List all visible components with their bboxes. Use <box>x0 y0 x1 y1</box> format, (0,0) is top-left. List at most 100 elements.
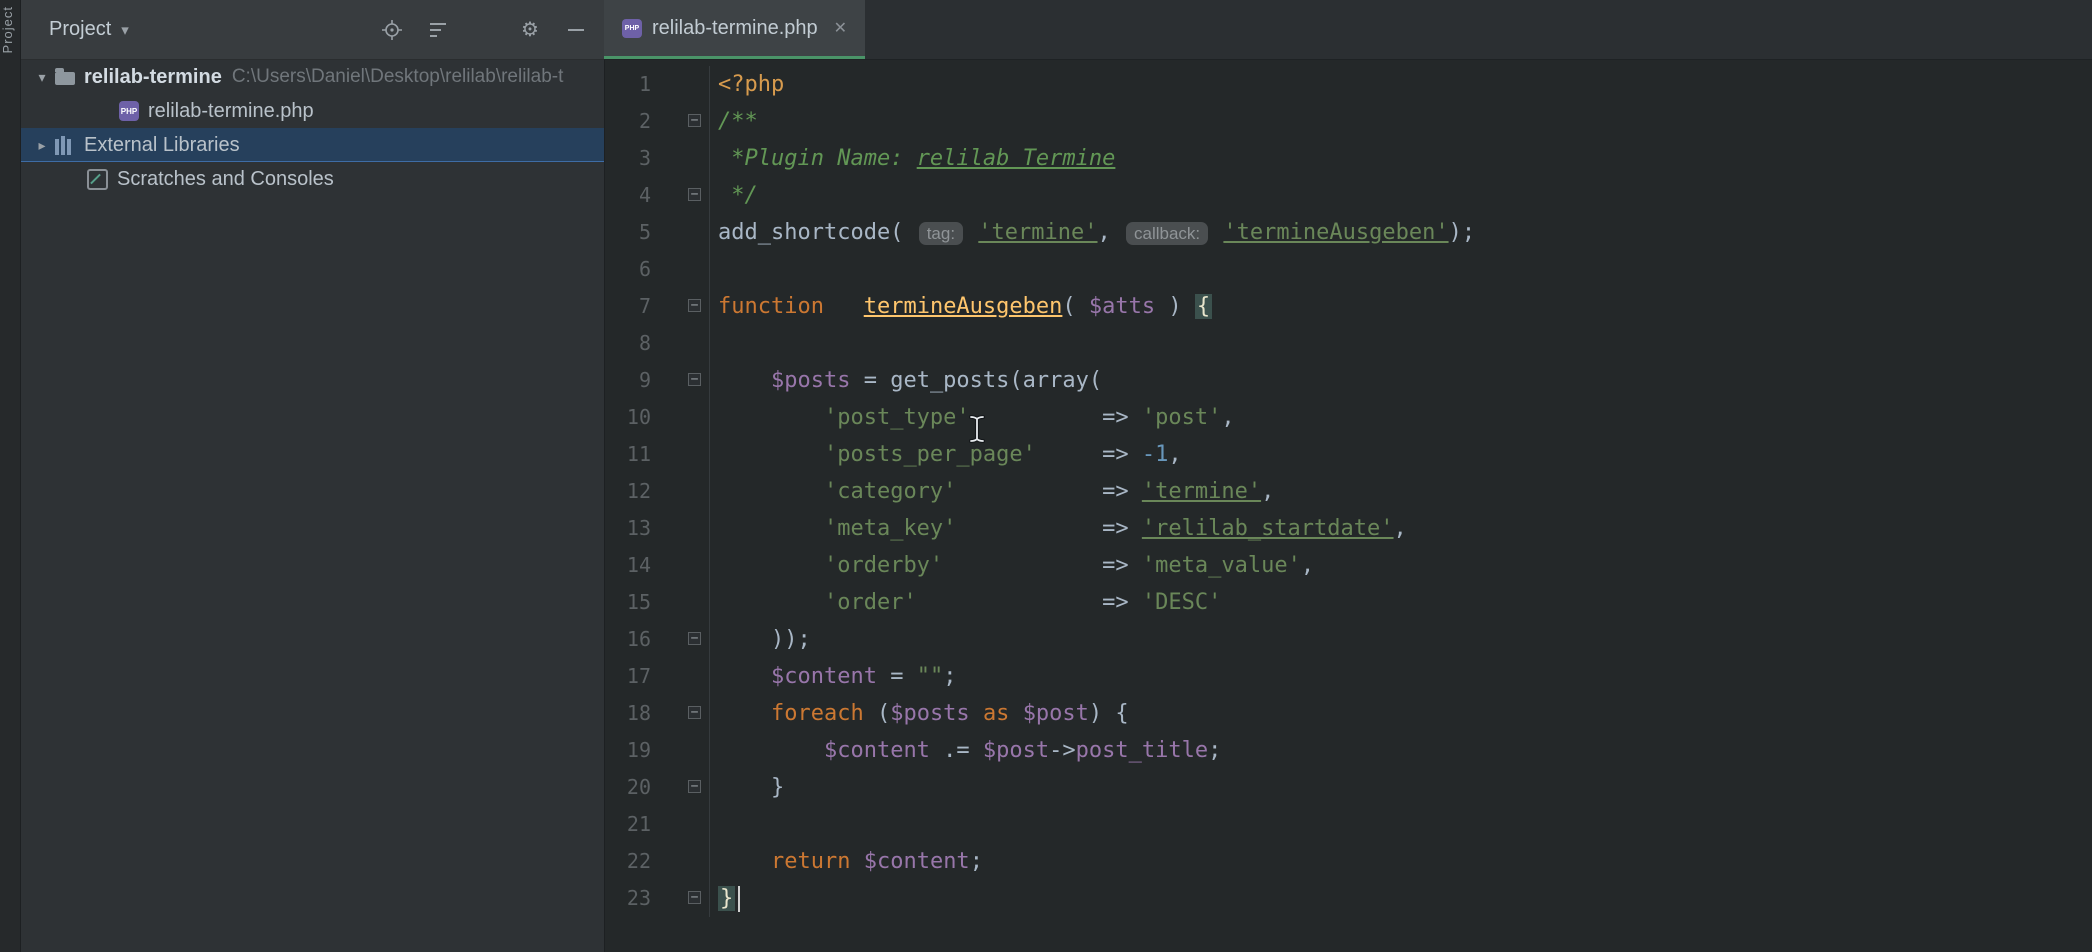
chevron-right-icon[interactable]: ▸ <box>29 137 55 154</box>
code-line-9[interactable]: 9− $posts = get_posts(array( <box>605 362 2092 399</box>
close-tab-icon[interactable]: ✕ <box>834 18 847 38</box>
code-text: )); <box>710 621 811 658</box>
code-text: 'order' => 'DESC' <box>710 584 1221 621</box>
code-line-23[interactable]: 23−} <box>605 880 2092 917</box>
code-line-18[interactable]: 18− foreach ($posts as $post) { <box>605 695 2092 732</box>
fold-marker[interactable]: − <box>688 891 701 904</box>
project-panel-header: Project ▾ ⚙ <box>21 0 604 60</box>
fold-marker[interactable]: − <box>688 632 701 645</box>
text-caret <box>738 886 740 912</box>
tab-label: relilab-termine.php <box>652 17 818 40</box>
code-token: ; <box>1208 738 1221 763</box>
code-line-22[interactable]: 22 return $content; <box>605 843 2092 880</box>
gutter <box>651 325 710 362</box>
code-text: foreach ($posts as $post) { <box>710 695 1129 732</box>
code-text <box>710 325 718 362</box>
php-file-icon: PHP <box>622 19 642 38</box>
code-token <box>850 849 863 874</box>
php-file-icon: PHP <box>119 101 139 121</box>
tool-window-stripe: Project <box>0 0 21 952</box>
chevron-down-icon[interactable]: ▾ <box>29 69 55 86</box>
gutter: − <box>651 103 710 140</box>
code-line-2[interactable]: 2−/** <box>605 103 2092 140</box>
project-tree[interactable]: ▾relilab-termineC:\Users\Daniel\Desktop\… <box>21 60 605 952</box>
top-bar: Project ▾ ⚙ <box>21 0 2092 60</box>
editor-tab-relilab-termine[interactable]: PHP relilab-termine.php ✕ <box>604 0 865 59</box>
code-token <box>824 294 864 319</box>
code-line-7[interactable]: 7−function termineAusgeben( $atts ) { <box>605 288 2092 325</box>
code-line-5[interactable]: 5add_shortcode( tag: 'termine', callback… <box>605 214 2092 251</box>
line-number: 5 <box>605 214 651 251</box>
ide-window: Project Project ▾ <box>0 0 2092 952</box>
code-token: foreach <box>771 701 864 726</box>
hide-panel-icon[interactable] <box>562 16 590 44</box>
line-number: 1 <box>605 66 651 103</box>
folder-icon <box>55 72 75 85</box>
code-line-3[interactable]: 3 *Plugin Name: relilab Termine <box>605 140 2092 177</box>
code-token: return <box>771 849 850 874</box>
code-line-14[interactable]: 14 'orderby' => 'meta_value', <box>605 547 2092 584</box>
project-stripe-label[interactable]: Project <box>0 6 15 53</box>
tree-item-label: External Libraries <box>84 134 240 157</box>
code-line-15[interactable]: 15 'order' => 'DESC' <box>605 584 2092 621</box>
code-token: as <box>983 701 1010 726</box>
gutter: − <box>651 621 710 658</box>
fold-marker[interactable]: − <box>688 188 701 201</box>
tree-item-external-libraries[interactable]: ▸ External Libraries <box>21 128 604 162</box>
code-text: 'posts_per_page' => -1, <box>710 436 1182 473</box>
code-token: termineAusgeben <box>864 294 1063 319</box>
code-lines: 1 <?php2−/**3 *Plugin Name: relilab Termi… <box>605 60 2092 917</box>
code-token: $post <box>983 738 1049 763</box>
locate-file-icon[interactable] <box>378 16 406 44</box>
code-line-8[interactable]: 8 <box>605 325 2092 362</box>
code-line-16[interactable]: 16− )); <box>605 621 2092 658</box>
gutter <box>651 436 710 473</box>
code-line-10[interactable]: 10 'post_type' => 'post', <box>605 399 2092 436</box>
tree-item-relilab-termine-php[interactable]: PHP relilab-termine.php <box>21 94 604 128</box>
chevron-down-icon[interactable]: ▾ <box>121 21 129 39</box>
code-token: "" <box>917 664 944 689</box>
code-line-20[interactable]: 20− } <box>605 769 2092 806</box>
code-text: } <box>710 769 784 806</box>
tree-item-relilab-termine[interactable]: ▾relilab-termineC:\Users\Daniel\Desktop\… <box>21 60 604 94</box>
fold-marker[interactable]: − <box>688 373 701 386</box>
fold-marker[interactable]: − <box>688 706 701 719</box>
panel-title[interactable]: Project <box>49 18 111 41</box>
fold-marker[interactable]: − <box>688 114 701 127</box>
line-number: 21 <box>605 806 651 843</box>
code-editor[interactable]: 1 <?php2−/**3 *Plugin Name: relilab Termi… <box>605 60 2092 952</box>
code-token <box>718 849 771 874</box>
code-line-12[interactable]: 12 'category' => 'termine', <box>605 473 2092 510</box>
code-line-4[interactable]: 4− */ <box>605 177 2092 214</box>
code-token <box>970 701 983 726</box>
tree-item-scratches-and-consoles[interactable]: Scratches and Consoles <box>21 162 604 196</box>
code-token: ; <box>943 664 956 689</box>
code-text: */ <box>710 177 758 214</box>
code-text: <?php <box>710 66 784 103</box>
code-line-13[interactable]: 13 'meta_key' => 'relilab_startdate', <box>605 510 2092 547</box>
fold-marker[interactable]: − <box>688 299 701 312</box>
code-token <box>1009 701 1022 726</box>
code-text <box>710 251 718 288</box>
code-token: ) <box>1155 294 1195 319</box>
code-line-11[interactable]: 11 'posts_per_page' => -1, <box>605 436 2092 473</box>
tree-item-label: Scratches and Consoles <box>117 168 334 191</box>
gutter <box>651 547 710 584</box>
code-token: -1 <box>1142 442 1169 467</box>
collapse-all-icon[interactable] <box>424 16 452 44</box>
code-line-19[interactable]: 19 $content .= $post->post_title; <box>605 732 2092 769</box>
code-line-6[interactable]: 6 <box>605 251 2092 288</box>
gutter <box>651 399 710 436</box>
code-line-1[interactable]: 1 <?php <box>605 66 2092 103</box>
code-token: , <box>1394 516 1407 541</box>
tree-item-label: relilab-termine.php <box>148 100 314 123</box>
gutter: − <box>651 695 710 732</box>
fold-marker[interactable]: − <box>688 780 701 793</box>
code-token <box>718 442 824 467</box>
code-line-21[interactable]: 21 <box>605 806 2092 843</box>
code-token: 'termine' <box>1142 479 1261 504</box>
settings-gear-icon[interactable]: ⚙ <box>516 16 544 44</box>
code-token: , <box>1098 220 1125 245</box>
gutter: − <box>651 362 710 399</box>
code-line-17[interactable]: 17 $content = ""; <box>605 658 2092 695</box>
